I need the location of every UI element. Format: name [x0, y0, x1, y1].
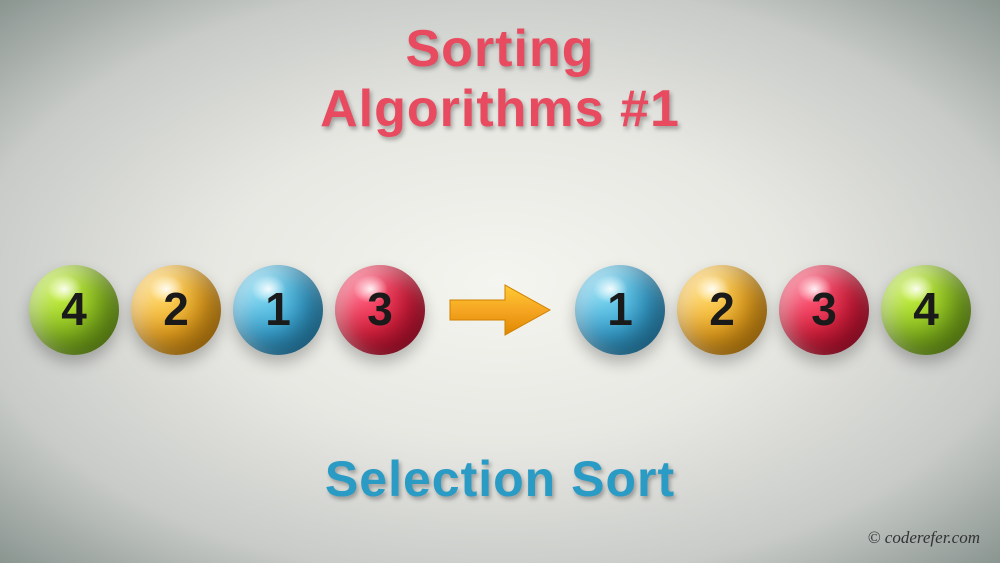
main-title: Sorting Algorithms #1 — [0, 0, 1000, 140]
unsorted-ball-1: 4 — [29, 265, 119, 355]
unsorted-ball-3: 1 — [233, 265, 323, 355]
title-line-2: Algorithms #1 — [0, 80, 1000, 140]
algorithm-name: Selection Sort — [0, 450, 1000, 508]
ball-number: 3 — [811, 282, 837, 336]
sorted-ball-1: 1 — [575, 265, 665, 355]
ball-number: 3 — [367, 282, 393, 336]
sorted-ball-3: 3 — [779, 265, 869, 355]
credit-text: © coderefer.com — [868, 528, 980, 548]
ball-number: 1 — [607, 282, 633, 336]
unsorted-ball-4: 3 — [335, 265, 425, 355]
ball-number: 4 — [61, 282, 87, 336]
ball-number: 2 — [709, 282, 735, 336]
sorted-ball-4: 4 — [881, 265, 971, 355]
unsorted-ball-2: 2 — [131, 265, 221, 355]
ball-number: 1 — [265, 282, 291, 336]
ball-number: 4 — [913, 282, 939, 336]
title-line-1: Sorting — [0, 20, 1000, 80]
ball-number: 2 — [163, 282, 189, 336]
arrow-right-icon — [445, 280, 555, 340]
sorted-ball-2: 2 — [677, 265, 767, 355]
sorting-visualization: 4 2 1 3 1 2 3 4 — [0, 265, 1000, 355]
